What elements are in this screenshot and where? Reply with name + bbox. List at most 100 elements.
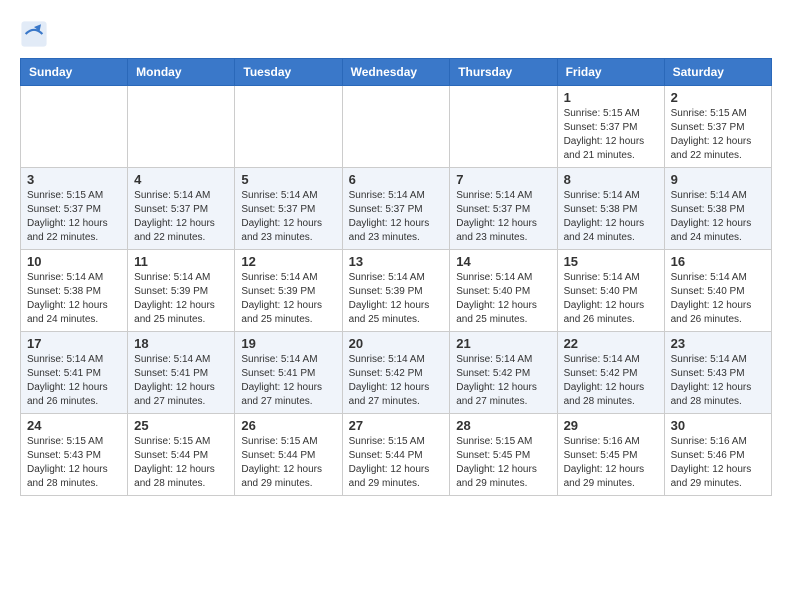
day-number: 29 [564, 418, 658, 433]
calendar-cell: 5Sunrise: 5:14 AM Sunset: 5:37 PM Daylig… [235, 168, 342, 250]
calendar-week-row: 3 Sunrise: 5:15 AM Sunset: 5:37 PM Daylig… [21, 168, 772, 250]
calendar-week-row: 17 Sunrise: 5:14 AM Sunset: 5:41 PM Dayli… [21, 332, 772, 414]
day-number: 12 [241, 254, 335, 269]
day-number: 30 [671, 418, 765, 433]
page-header [20, 20, 772, 48]
calendar-cell: 21 Sunrise: 5:14 AM Sunset: 5:42 PM Dayli… [450, 332, 557, 414]
day-number: 22 [564, 336, 658, 351]
day-info: Sunrise: 5:14 AM Sunset: 5:37 PM Dayligh… [456, 189, 550, 245]
day-info: Sunrise: 5:14 AM Sunset: 5:37 PM Dayligh… [241, 189, 335, 245]
day-info: Sunrise: 5:14 AM Sunset: 5:37 PM Dayligh… [349, 189, 444, 245]
day-number: 16 [671, 254, 765, 269]
day-info: Sunrise: 5:14 AM Sunset: 5:39 PM Dayligh… [134, 271, 228, 327]
day-number: 18 [134, 336, 228, 351]
calendar-cell: 25 Sunrise: 5:15 AM Sunset: 5:44 PM Dayli… [128, 414, 235, 496]
day-number: 6 [349, 172, 444, 187]
calendar-cell: 30 Sunrise: 5:16 AM Sunset: 5:46 PM Dayli… [664, 414, 771, 496]
calendar-cell: 11 Sunrise: 5:14 AM Sunset: 5:39 PM Dayli… [128, 250, 235, 332]
calendar-week-row: 10 Sunrise: 5:14 AM Sunset: 5:38 PM Dayli… [21, 250, 772, 332]
calendar-cell: 16 Sunrise: 5:14 AM Sunset: 5:40 PM Dayli… [664, 250, 771, 332]
weekday-header: Sunday [21, 59, 128, 86]
day-number: 27 [349, 418, 444, 433]
day-number: 2 [671, 90, 765, 105]
calendar-cell: 7 Sunrise: 5:14 AM Sunset: 5:37 PM Daylig… [450, 168, 557, 250]
calendar-cell: 28Sunrise: 5:15 AM Sunset: 5:45 PM Dayli… [450, 414, 557, 496]
calendar-cell: 24 Sunrise: 5:15 AM Sunset: 5:43 PM Dayli… [21, 414, 128, 496]
calendar-cell: 19Sunrise: 5:14 AM Sunset: 5:41 PM Dayli… [235, 332, 342, 414]
day-number: 24 [27, 418, 121, 433]
weekday-header: Wednesday [342, 59, 450, 86]
day-number: 7 [456, 172, 550, 187]
calendar-table: SundayMondayTuesdayWednesdayThursdayFrid… [20, 58, 772, 496]
calendar-cell: 18 Sunrise: 5:14 AM Sunset: 5:41 PM Dayli… [128, 332, 235, 414]
calendar-cell: 29 Sunrise: 5:16 AM Sunset: 5:45 PM Dayli… [557, 414, 664, 496]
day-info: Sunrise: 5:15 AM Sunset: 5:44 PM Dayligh… [134, 435, 228, 491]
calendar-cell [342, 86, 450, 168]
calendar-cell: 4Sunrise: 5:14 AM Sunset: 5:37 PM Daylig… [128, 168, 235, 250]
calendar-cell: 14 Sunrise: 5:14 AM Sunset: 5:40 PM Dayli… [450, 250, 557, 332]
calendar-cell: 8Sunrise: 5:14 AM Sunset: 5:38 PM Daylig… [557, 168, 664, 250]
day-number: 14 [456, 254, 550, 269]
day-info: Sunrise: 5:16 AM Sunset: 5:45 PM Dayligh… [564, 435, 658, 491]
day-info: Sunrise: 5:14 AM Sunset: 5:38 PM Dayligh… [671, 189, 765, 245]
logo-icon [20, 20, 48, 48]
calendar-cell: 3 Sunrise: 5:15 AM Sunset: 5:37 PM Daylig… [21, 168, 128, 250]
calendar-cell: 22 Sunrise: 5:14 AM Sunset: 5:42 PM Dayli… [557, 332, 664, 414]
day-number: 20 [349, 336, 444, 351]
day-number: 8 [564, 172, 658, 187]
day-info: Sunrise: 5:14 AM Sunset: 5:40 PM Dayligh… [456, 271, 550, 327]
calendar-cell: 2 Sunrise: 5:15 AM Sunset: 5:37 PM Daylig… [664, 86, 771, 168]
day-info: Sunrise: 5:15 AM Sunset: 5:43 PM Dayligh… [27, 435, 121, 491]
day-number: 13 [349, 254, 444, 269]
calendar-cell: 6 Sunrise: 5:14 AM Sunset: 5:37 PM Daylig… [342, 168, 450, 250]
day-number: 4 [134, 172, 228, 187]
calendar-cell: 20Sunrise: 5:14 AM Sunset: 5:42 PM Dayli… [342, 332, 450, 414]
calendar-cell: 23 Sunrise: 5:14 AM Sunset: 5:43 PM Dayli… [664, 332, 771, 414]
calendar-cell [235, 86, 342, 168]
calendar-cell: 12 Sunrise: 5:14 AM Sunset: 5:39 PM Dayli… [235, 250, 342, 332]
calendar-cell: 13 Sunrise: 5:14 AM Sunset: 5:39 PM Dayli… [342, 250, 450, 332]
calendar-cell [21, 86, 128, 168]
calendar-header-row: SundayMondayTuesdayWednesdayThursdayFrid… [21, 59, 772, 86]
day-info: Sunrise: 5:14 AM Sunset: 5:39 PM Dayligh… [241, 271, 335, 327]
day-number: 23 [671, 336, 765, 351]
day-info: Sunrise: 5:14 AM Sunset: 5:41 PM Dayligh… [241, 353, 335, 409]
day-info: Sunrise: 5:14 AM Sunset: 5:43 PM Dayligh… [671, 353, 765, 409]
weekday-header: Tuesday [235, 59, 342, 86]
day-info: Sunrise: 5:14 AM Sunset: 5:41 PM Dayligh… [134, 353, 228, 409]
calendar-cell: 9 Sunrise: 5:14 AM Sunset: 5:38 PM Daylig… [664, 168, 771, 250]
day-info: Sunrise: 5:16 AM Sunset: 5:46 PM Dayligh… [671, 435, 765, 491]
day-number: 26 [241, 418, 335, 433]
day-number: 11 [134, 254, 228, 269]
day-number: 10 [27, 254, 121, 269]
day-info: Sunrise: 5:14 AM Sunset: 5:38 PM Dayligh… [27, 271, 121, 327]
calendar-cell [450, 86, 557, 168]
calendar-week-row: 24 Sunrise: 5:15 AM Sunset: 5:43 PM Dayli… [21, 414, 772, 496]
calendar-week-row: 1 Sunrise: 5:15 AM Sunset: 5:37 PM Daylig… [21, 86, 772, 168]
calendar-cell [128, 86, 235, 168]
day-number: 3 [27, 172, 121, 187]
day-info: Sunrise: 5:14 AM Sunset: 5:40 PM Dayligh… [671, 271, 765, 327]
calendar-cell: 10 Sunrise: 5:14 AM Sunset: 5:38 PM Dayli… [21, 250, 128, 332]
day-info: Sunrise: 5:15 AM Sunset: 5:37 PM Dayligh… [27, 189, 121, 245]
calendar-cell: 26 Sunrise: 5:15 AM Sunset: 5:44 PM Dayli… [235, 414, 342, 496]
day-number: 1 [564, 90, 658, 105]
day-info: Sunrise: 5:15 AM Sunset: 5:44 PM Dayligh… [241, 435, 335, 491]
weekday-header: Thursday [450, 59, 557, 86]
day-number: 17 [27, 336, 121, 351]
day-info: Sunrise: 5:15 AM Sunset: 5:45 PM Dayligh… [456, 435, 550, 491]
day-info: Sunrise: 5:14 AM Sunset: 5:39 PM Dayligh… [349, 271, 444, 327]
day-number: 25 [134, 418, 228, 433]
day-info: Sunrise: 5:15 AM Sunset: 5:37 PM Dayligh… [671, 107, 765, 163]
logo [20, 20, 52, 48]
weekday-header: Friday [557, 59, 664, 86]
day-number: 9 [671, 172, 765, 187]
day-number: 21 [456, 336, 550, 351]
day-info: Sunrise: 5:14 AM Sunset: 5:42 PM Dayligh… [564, 353, 658, 409]
weekday-header: Monday [128, 59, 235, 86]
day-info: Sunrise: 5:14 AM Sunset: 5:42 PM Dayligh… [456, 353, 550, 409]
day-number: 15 [564, 254, 658, 269]
day-info: Sunrise: 5:14 AM Sunset: 5:40 PM Dayligh… [564, 271, 658, 327]
calendar-cell: 27Sunrise: 5:15 AM Sunset: 5:44 PM Dayli… [342, 414, 450, 496]
calendar-cell: 15 Sunrise: 5:14 AM Sunset: 5:40 PM Dayli… [557, 250, 664, 332]
